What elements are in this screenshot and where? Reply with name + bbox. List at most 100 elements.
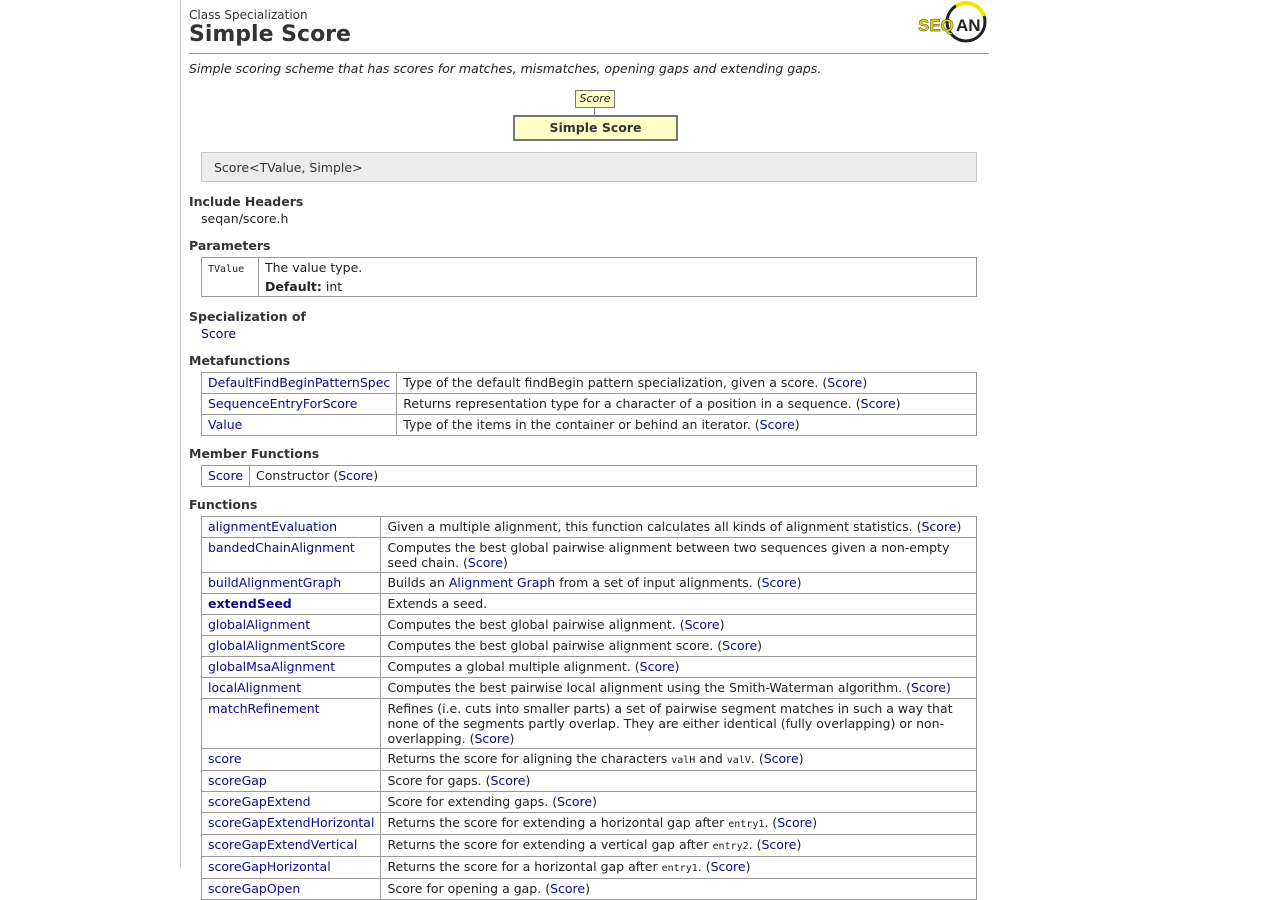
score-ref-link[interactable]: Score	[722, 638, 757, 653]
function-link[interactable]: scoreGapHorizontal	[208, 859, 331, 874]
function-link[interactable]: score	[208, 751, 242, 766]
score-ref-link[interactable]: Score	[764, 751, 799, 766]
score-ref-link[interactable]: Score	[911, 680, 946, 695]
code-text: entry1	[728, 819, 765, 830]
function-name-cell: DefaultFindBeginPatternSpec	[200, 372, 398, 394]
diagram-self-box: Simple Score	[513, 115, 678, 141]
function-desc-cell: Returns representation type for a charac…	[396, 393, 977, 415]
function-link[interactable]: buildAlignmentGraph	[208, 575, 341, 590]
desc-text: Computes a global multiple alignment. (	[387, 659, 640, 674]
score-ref-link[interactable]: Score	[468, 555, 503, 570]
table-row: DefaultFindBeginPatternSpec Type of the d…	[200, 372, 977, 394]
desc-text: from a set of input alignments. (	[555, 575, 762, 590]
score-ref-link[interactable]: Score	[550, 881, 585, 896]
desc-text: . (	[750, 751, 764, 766]
table-row: scoreGapExtend Score for extending gaps. …	[200, 791, 977, 813]
table-row: scoreGapExtendHorizontal Returns the scor…	[200, 812, 977, 835]
desc-text: )	[509, 731, 515, 746]
function-desc-cell: Computes the best global pairwise alignm…	[380, 537, 977, 573]
function-name-cell: extendSeed	[200, 593, 382, 615]
table-row: bandedChainAlignment Computes the best gl…	[200, 537, 977, 573]
desc-text: . (	[748, 837, 762, 852]
function-name-cell: matchRefinement	[200, 698, 382, 749]
function-desc-cell: Returns the score for extending a vertic…	[380, 834, 977, 857]
score-ref-link[interactable]: Score	[685, 617, 720, 632]
desc-text: . (	[697, 859, 711, 874]
function-link[interactable]: SequenceEntryForScore	[208, 396, 357, 411]
function-desc-cell: Constructor (Score)	[249, 465, 977, 487]
function-desc-cell: Returns the score for aligning the chara…	[380, 748, 977, 771]
function-link[interactable]: Value	[208, 417, 242, 432]
desc-text: Builds an	[387, 575, 449, 590]
desc-text: )	[862, 375, 868, 390]
desc-text: )	[745, 859, 751, 874]
score-ref-link[interactable]: Score	[557, 794, 592, 809]
desc-text: )	[798, 751, 804, 766]
score-ref-link[interactable]: Score	[827, 375, 862, 390]
class-summary: Simple scoring scheme that has scores fo…	[189, 61, 822, 76]
score-ref-link[interactable]: Score	[474, 731, 509, 746]
desc-text: Computes the best global pairwise alignm…	[387, 638, 723, 653]
score-ref-link[interactable]: Score	[921, 519, 956, 534]
score-ref-link[interactable]: Score	[761, 837, 796, 852]
parameters-heading: Parameters	[189, 238, 271, 253]
score-ref-link[interactable]: Score	[777, 815, 812, 830]
param-default-value: int	[325, 279, 343, 294]
score-ref-link[interactable]: Score	[640, 659, 675, 674]
functions-heading: Functions	[189, 497, 258, 512]
function-desc-cell: Returns the score for a horizontal gap a…	[380, 856, 977, 879]
score-ref-link[interactable]: Score	[490, 773, 525, 788]
desc-text: )	[794, 417, 800, 432]
table-row: scoreGapExtendVertical Returns the score …	[200, 834, 977, 857]
diagram-parent-box[interactable]: Score	[575, 90, 615, 108]
inheritance-diagram: Score Simple Score	[189, 90, 989, 142]
signature-box: Score<TValue, Simple>	[201, 152, 977, 182]
table-row: scoreGapHorizontal Returns the score for …	[200, 856, 977, 879]
desc-text: Returns the score for a horizontal gap a…	[387, 859, 662, 874]
function-name-cell: globalMsaAlignment	[200, 656, 382, 678]
function-link[interactable]: DefaultFindBeginPatternSpec	[208, 375, 390, 390]
table-row: scoreGap Score for gaps. (Score)	[200, 770, 977, 792]
function-link[interactable]: matchRefinement	[208, 701, 320, 716]
score-ref-link[interactable]: Score	[760, 417, 795, 432]
table-row: scoreGapOpen Score for opening a gap. (Sc…	[200, 878, 977, 900]
score-ref-link[interactable]: Score	[762, 575, 797, 590]
function-link[interactable]: globalAlignmentScore	[208, 638, 345, 653]
function-link[interactable]: scoreGapExtendHorizontal	[208, 815, 374, 830]
function-link[interactable]: Score	[208, 468, 243, 483]
desc-text: )	[757, 638, 763, 653]
desc-text: )	[674, 659, 680, 674]
table-row: matchRefinement Refines (i.e. cuts into s…	[200, 698, 977, 749]
inline-link[interactable]: Alignment Graph	[449, 575, 555, 590]
function-link[interactable]: bandedChainAlignment	[208, 540, 355, 555]
function-name-cell: scoreGapOpen	[200, 878, 382, 900]
desc-text: )	[895, 396, 901, 411]
member-functions-table: Score Constructor (Score)	[200, 465, 977, 487]
score-ref-link[interactable]: Score	[861, 396, 896, 411]
specialization-link[interactable]: Score	[201, 326, 236, 341]
function-link[interactable]: localAlignment	[208, 680, 301, 695]
function-link[interactable]: scoreGapExtendVertical	[208, 837, 357, 852]
desc-text: Refines (i.e. cuts into smaller parts) a…	[387, 701, 953, 746]
function-name-cell: alignmentEvaluation	[200, 516, 382, 538]
table-row: Score Constructor (Score)	[200, 465, 977, 487]
function-link[interactable]: scoreGapExtend	[208, 794, 311, 809]
score-ref-link[interactable]: Score	[711, 859, 746, 874]
function-link[interactable]: scoreGap	[208, 773, 267, 788]
function-link[interactable]: globalMsaAlignment	[208, 659, 335, 674]
function-desc-cell: Extends a seed.	[380, 593, 977, 615]
param-name: TValue	[208, 264, 245, 275]
score-ref-link[interactable]: Score	[338, 468, 373, 483]
desc-text: Score for gaps. (	[387, 773, 491, 788]
function-name-cell: globalAlignment	[200, 614, 382, 636]
param-default-label: Default:	[265, 279, 322, 294]
desc-text: )	[956, 519, 962, 534]
function-link[interactable]: alignmentEvaluation	[208, 519, 337, 534]
function-link[interactable]: globalAlignment	[208, 617, 310, 632]
function-name-cell: score	[200, 748, 382, 771]
include-value: seqan/score.h	[201, 211, 289, 226]
function-link[interactable]: extendSeed	[208, 596, 292, 611]
function-link[interactable]: scoreGapOpen	[208, 881, 300, 896]
desc-text: Score for extending gaps. (	[387, 794, 558, 809]
functions-table: alignmentEvaluation Given a multiple alig…	[200, 516, 977, 900]
